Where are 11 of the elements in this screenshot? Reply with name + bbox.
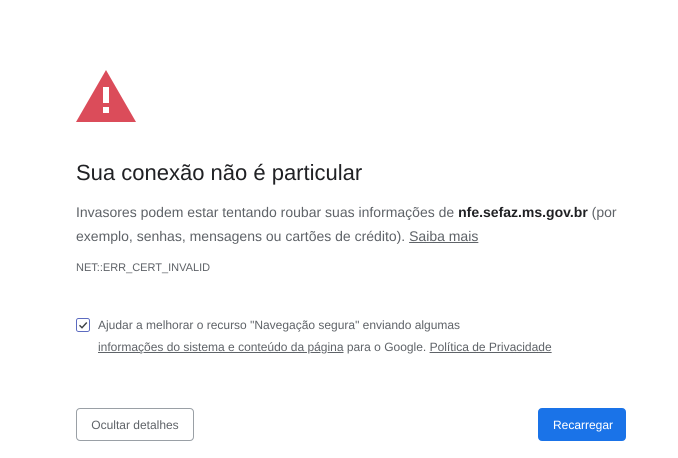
checkbox[interactable]	[76, 318, 90, 332]
hide-details-button[interactable]: Ocultar detalhes	[76, 408, 194, 441]
page-heading: Sua conexão não é particular	[76, 160, 364, 186]
opt-in-text: Ajudar a melhorar o recurso "Navegação segura" enviando algumas informações do sistema e conteúdo da página para o Google. Política de Privacidade	[98, 317, 553, 356]
privacy-policy-link[interactable]: Política de Privacidade	[430, 340, 552, 354]
learn-more-link[interactable]: Saiba mais	[409, 228, 478, 244]
description-text: Invasores podem estar tentando roubar suas informações de nfe.sefaz.ms.gov.br (por exemplo, senhas, mensagens ou cartões de crédito). Saiba mais	[76, 203, 618, 246]
system-info-link[interactable]: informações do sistema e conteúdo da página	[98, 340, 344, 354]
reload-button[interactable]: Recarregar	[538, 408, 626, 441]
warning-icon	[76, 70, 136, 122]
error-code: NET::ERR_CERT_INVALID	[76, 262, 212, 274]
